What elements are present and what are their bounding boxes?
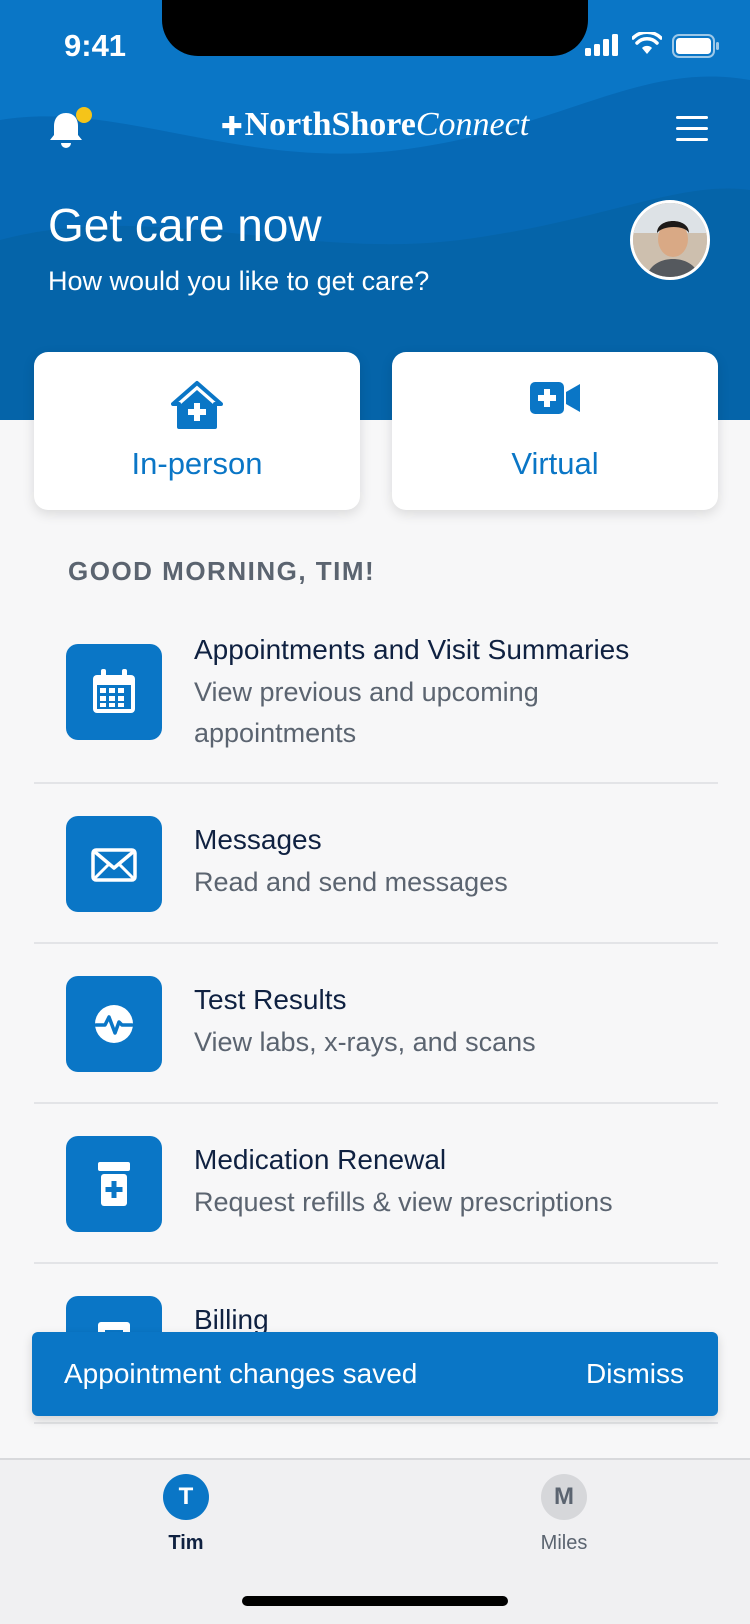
tab-avatar-initial: M <box>541 1474 587 1520</box>
heart-pulse-icon <box>94 1005 134 1043</box>
home-indicator[interactable] <box>242 1596 508 1606</box>
envelope-icon <box>91 848 137 882</box>
test-results-tile <box>66 976 162 1072</box>
in-person-care-button[interactable]: In-person <box>34 352 360 510</box>
tab-tim[interactable]: T Tim <box>126 1474 246 1555</box>
virtual-care-button[interactable]: Virtual <box>392 352 718 510</box>
tab-miles[interactable]: M Miles <box>504 1474 624 1555</box>
menu-item-test-results[interactable]: Test Results View labs, x-rays, and scan… <box>34 944 718 1104</box>
menu-item-messages[interactable]: Messages Read and send messages <box>34 784 718 944</box>
brand-name-italic: Connect <box>415 106 530 143</box>
toast-message: Appointment changes saved <box>64 1358 418 1389</box>
menu-item-description: Read and send messages <box>194 867 508 897</box>
toast-dismiss-button[interactable]: Dismiss <box>586 1358 684 1390</box>
menu-item-title: Test Results <box>194 984 347 1015</box>
house-medical-icon <box>171 381 223 429</box>
status-time: 9:41 <box>64 28 127 63</box>
prescription-bottle-icon <box>98 1162 130 1206</box>
menu-item-description: Request refills & view prescriptions <box>194 1187 613 1217</box>
battery-icon <box>672 34 719 58</box>
toast-notification: Appointment changes saved Dismiss <box>32 1332 718 1416</box>
appointments-tile <box>66 644 162 740</box>
in-person-label: In-person <box>131 446 263 481</box>
tab-label: Miles <box>540 1532 588 1554</box>
status-bar: 9:41 <box>0 0 750 90</box>
calendar-icon <box>93 669 135 713</box>
greeting: GOOD MORNING, TIM! <box>68 556 376 586</box>
user-avatar[interactable] <box>630 200 710 280</box>
menu-item-medication-renewal[interactable]: Medication Renewal Request refills & vie… <box>34 1104 718 1264</box>
menu-item-appointments[interactable]: Appointments and Visit Summaries View pr… <box>34 612 718 784</box>
app-logo: ✚NorthShoreConnect <box>0 106 750 144</box>
hamburger-menu-icon[interactable] <box>676 116 708 142</box>
tab-avatar-initial: T <box>163 1474 209 1520</box>
wifi-icon <box>632 32 662 54</box>
device-notch <box>162 0 588 56</box>
messages-tile <box>66 816 162 912</box>
menu-item-title: Medication Renewal <box>194 1144 447 1175</box>
menu-item-title: Messages <box>194 824 322 855</box>
menu-item-title: Appointments and Visit Summaries <box>194 634 630 665</box>
virtual-label: Virtual <box>511 446 599 481</box>
tab-label: Tim <box>168 1532 204 1554</box>
menu-item-description: View labs, x-rays, and scans <box>194 1027 536 1057</box>
menu-item-description: View previous and upcoming appointments <box>194 677 539 748</box>
brand-cross-icon: ✚ <box>220 112 243 142</box>
page-title: Get care now <box>48 199 322 251</box>
medication-tile <box>66 1136 162 1232</box>
brand-name-bold: NorthShore <box>244 106 416 143</box>
cellular-signal-icon <box>585 34 618 56</box>
video-medical-icon <box>530 382 580 414</box>
page-subtitle: How would you like to get care? <box>48 266 430 296</box>
menu-list: Appointments and Visit Summaries View pr… <box>34 612 718 1424</box>
